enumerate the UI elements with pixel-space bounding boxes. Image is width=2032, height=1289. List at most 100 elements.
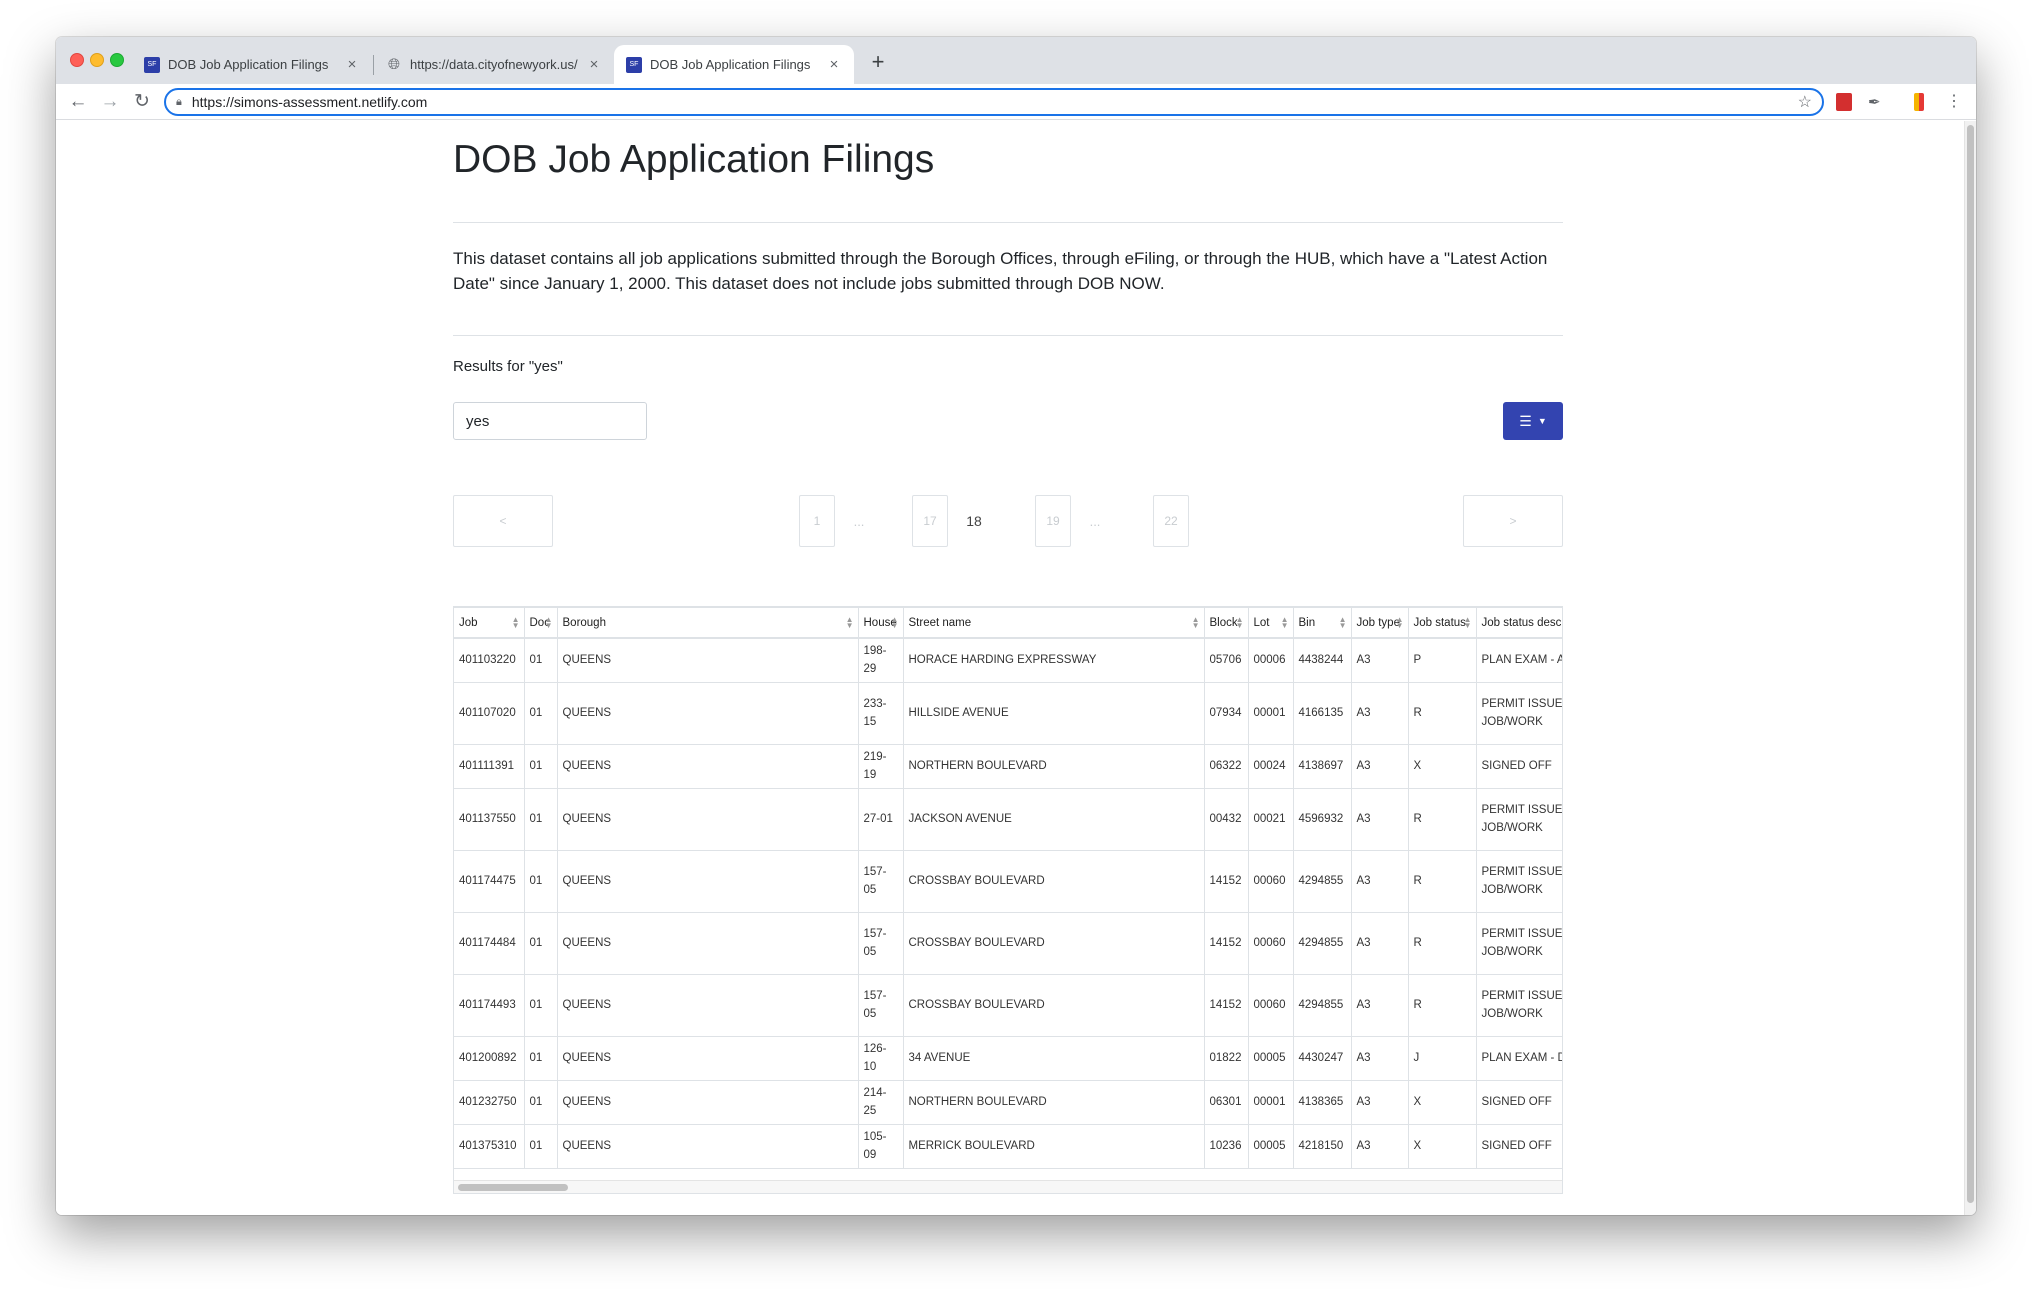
sort-icon: ▲ ▼ <box>544 615 553 630</box>
table-cell: 07934 <box>1204 682 1249 745</box>
table-cell: R <box>1408 850 1477 913</box>
close-tab-icon[interactable]: × <box>586 56 602 73</box>
maximize-window-button[interactable] <box>110 53 124 67</box>
column-header-job-status-desc[interactable]: Job status desc <box>1476 608 1562 639</box>
table-row[interactable]: 401174493 01 QUEENS 157-05 CROSSBAY BOULEVAR… <box>454 974 1562 1037</box>
url-text[interactable]: https://simons-assessment.netlify.com <box>192 94 1798 110</box>
forward-icon[interactable]: → <box>98 90 122 114</box>
pager-page-first[interactable]: 1 <box>799 495 835 547</box>
address-bar[interactable]: 🔒︎ https://simons-assessment.netlify.com… <box>164 88 1824 116</box>
table-cell: R <box>1408 912 1477 975</box>
list-view-icon: ☰ <box>1519 412 1532 429</box>
table-row[interactable]: 401137550 01 QUEENS 27-01 JACKSON AVENUE 0043… <box>454 788 1562 851</box>
table-cell: 01 <box>524 1124 558 1169</box>
table-cell: R <box>1408 682 1477 745</box>
close-tab-icon[interactable]: × <box>826 56 842 73</box>
table-row[interactable]: 401174475 01 QUEENS 157-05 CROSSBAY BOULEVAR… <box>454 850 1562 913</box>
table-cell: 01 <box>524 1080 558 1125</box>
table-cell: QUEENS <box>557 1124 859 1169</box>
column-header-lot[interactable]: Lot ▲ ▼ <box>1248 608 1294 639</box>
page-title: DOB Job Application Filings <box>453 138 935 181</box>
table-cell: HORACE HARDING EXPRESSWAY <box>903 638 1205 683</box>
table-cell: CROSSBAY BOULEVARD <box>903 912 1205 975</box>
table-cell: 00060 <box>1248 850 1294 913</box>
scrollbar-thumb[interactable] <box>458 1184 568 1191</box>
table-cell: 00060 <box>1248 974 1294 1037</box>
table-row[interactable]: 401103220 01 QUEENS 198-29 HORACE HARDING EX… <box>454 638 1562 683</box>
column-header-street-name[interactable]: Street name ▲ ▼ <box>903 608 1205 639</box>
column-header-block[interactable]: Block ▲ ▼ <box>1204 608 1249 639</box>
sort-icon: ▲ ▼ <box>1463 615 1472 630</box>
extension-dropper-icon[interactable]: ✒ <box>1868 93 1888 111</box>
vertical-scrollbar[interactable] <box>1964 121 1976 1215</box>
sort-icon: ▲ ▼ <box>1235 615 1244 630</box>
table-cell: 27-01 <box>858 788 904 851</box>
column-header-borough[interactable]: Borough ▲ ▼ <box>557 608 859 639</box>
pager-prev-button[interactable]: < <box>453 495 553 547</box>
column-header-job-status[interactable]: Job status ▲ ▼ <box>1408 608 1477 639</box>
bookmark-star-icon[interactable]: ☆ <box>1798 92 1812 112</box>
reload-icon[interactable]: ↻ <box>130 90 154 114</box>
table-cell: QUEENS <box>557 682 859 745</box>
browser-tab-1[interactable]: SF DOB Job Application Filings × <box>132 45 372 84</box>
column-header-job-type[interactable]: Job type ▲ ▼ <box>1351 608 1409 639</box>
table-cell: 00060 <box>1248 912 1294 975</box>
table-cell: NORTHERN BOULEVARD <box>903 1080 1205 1125</box>
close-window-button[interactable] <box>70 53 84 67</box>
new-tab-button[interactable]: + <box>864 49 892 75</box>
table-row[interactable]: 401111391 01 QUEENS 219-19 NORTHERN BOULEVAR… <box>454 744 1562 789</box>
table-cell: 4138365 <box>1293 1080 1352 1125</box>
search-input[interactable] <box>453 402 647 440</box>
view-toggle-button[interactable]: ☰ ▼ <box>1503 402 1563 440</box>
menu-kebab-icon[interactable]: ⋮ <box>1942 90 1966 114</box>
table-cell: A3 <box>1351 1080 1409 1125</box>
sort-icon: ▲ ▼ <box>890 615 899 630</box>
table-cell: 401232750 <box>454 1080 525 1125</box>
browser-tab-3-active[interactable]: SF DOB Job Application Filings × <box>614 45 854 84</box>
browser-tab-2[interactable]: 🌐︎ https://data.cityofnewyork.us/... × <box>374 45 614 84</box>
pager-page-prev[interactable]: 17 <box>912 495 948 547</box>
site-favicon-icon: SF <box>144 56 160 73</box>
extension-yellow-red-icon[interactable] <box>1914 93 1924 111</box>
page-content: DOB Job Application Filings This dataset… <box>56 121 1964 1215</box>
table-cell: 401111391 <box>454 744 525 789</box>
pager-next-button[interactable]: > <box>1463 495 1563 547</box>
sort-icon: ▲ ▼ <box>1191 615 1200 630</box>
column-header-doc[interactable]: Doc ▲ ▼ <box>524 608 558 639</box>
close-tab-icon[interactable]: × <box>344 56 360 73</box>
table-row[interactable]: 401174484 01 QUEENS 157-05 CROSSBAY BOULEVAR… <box>454 912 1562 975</box>
table-cell: 00432 <box>1204 788 1249 851</box>
table-row[interactable]: 401375310 01 QUEENS 105-09 MERRICK BOULEVARD… <box>454 1124 1562 1169</box>
table-cell: CROSSBAY BOULEVARD <box>903 850 1205 913</box>
table-cell: 00005 <box>1248 1124 1294 1169</box>
column-header-bin[interactable]: Bin ▲ ▼ <box>1293 608 1352 639</box>
table-cell: QUEENS <box>557 912 859 975</box>
table-cell: P <box>1408 638 1477 683</box>
back-icon[interactable]: ← <box>66 90 90 114</box>
table-row[interactable]: 401200892 01 QUEENS 126-10 34 AVENUE 01822 000… <box>454 1036 1562 1081</box>
table-cell: A3 <box>1351 682 1409 745</box>
pager-ellipsis: ... <box>1089 513 1101 529</box>
minimize-window-button[interactable] <box>90 53 104 67</box>
results-label: Results for "yes" <box>453 358 563 375</box>
pager-page-next[interactable]: 19 <box>1035 495 1071 547</box>
tab-title: DOB Job Application Filings <box>650 57 811 72</box>
table-cell: 00005 <box>1248 1036 1294 1081</box>
table-row[interactable]: 401107020 01 QUEENS 233-15 HILLSIDE AVENUE 07… <box>454 682 1562 745</box>
column-header-job[interactable]: Job ▲ ▼ <box>454 608 525 639</box>
table-row[interactable]: 401232750 01 QUEENS 214-25 NORTHERN BOULEVAR… <box>454 1080 1562 1125</box>
sort-icon: ▲ ▼ <box>1338 615 1347 630</box>
table-cell: 01 <box>524 744 558 789</box>
column-header-house[interactable]: House ▲ ▼ <box>858 608 904 639</box>
table-cell: QUEENS <box>557 638 859 683</box>
table-cell: 4218150 <box>1293 1124 1352 1169</box>
scrollbar-thumb[interactable] <box>1967 125 1974 1203</box>
extension-red-icon[interactable] <box>1836 93 1852 111</box>
pager-page-last[interactable]: 22 <box>1153 495 1189 547</box>
table-cell: 157-05 <box>858 974 904 1037</box>
horizontal-scrollbar[interactable] <box>454 1180 1562 1193</box>
divider <box>453 335 1563 336</box>
sort-icon: ▲ ▼ <box>1395 615 1404 630</box>
main-container: DOB Job Application Filings This dataset… <box>453 121 1563 1194</box>
table-cell: 4138697 <box>1293 744 1352 789</box>
